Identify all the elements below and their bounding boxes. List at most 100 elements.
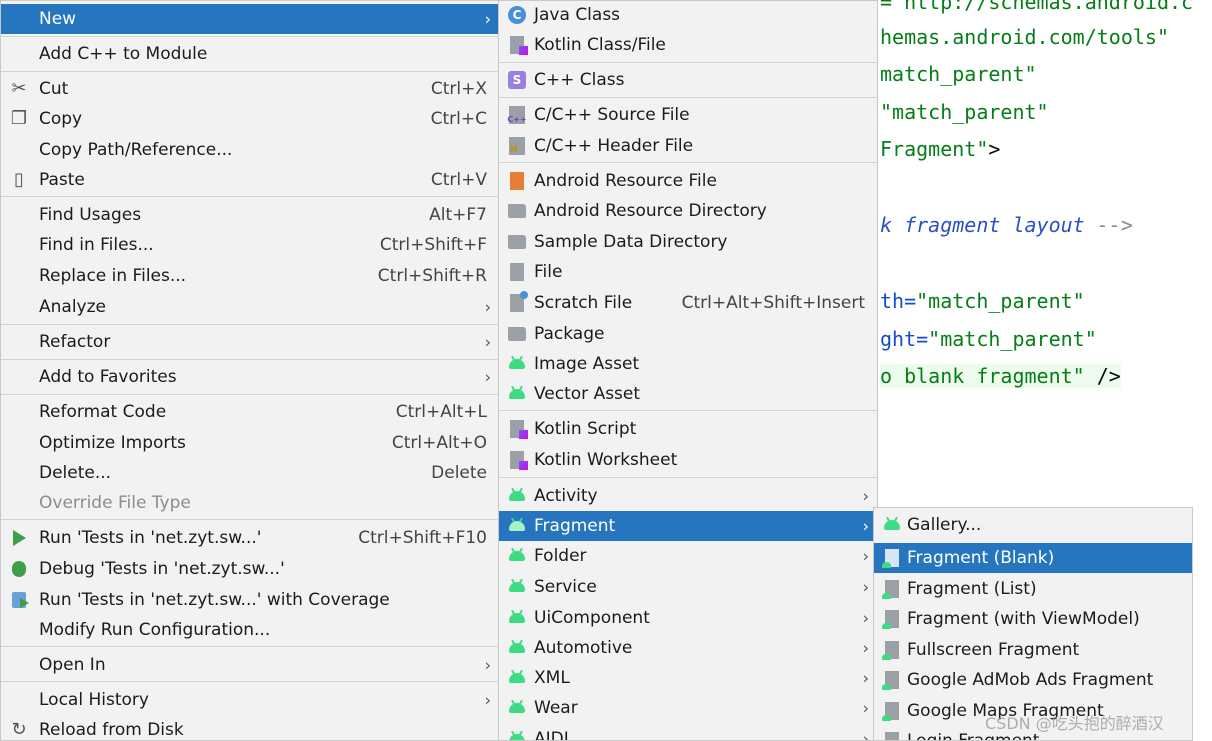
watermark: CSDN @吃头抱的醉酒汉 — [985, 714, 1164, 733]
menu-item-label: Open In — [39, 655, 106, 675]
menu-item-fragment-with-viewmodel[interactable]: Fragment (with ViewModel) — [874, 604, 1192, 634]
menu-item-vector-asset[interactable]: Vector Asset — [499, 379, 877, 409]
menu-item-copy-path-reference[interactable]: Copy Path/Reference... — [1, 135, 499, 165]
menu-item-scratch-file[interactable]: Scratch File Ctrl+Alt+Shift+Insert — [499, 288, 877, 318]
menu-item-cut[interactable]: ✂ Cut Ctrl+X — [1, 74, 499, 104]
code-token: /> — [1084, 364, 1121, 388]
chevron-right-icon: › — [862, 638, 869, 658]
menu-item-package[interactable]: Package — [499, 319, 877, 349]
android-icon — [507, 608, 527, 628]
android-icon — [507, 384, 527, 404]
menu-item-label: Automotive — [534, 638, 633, 658]
menu-item-label: Scratch File — [534, 293, 633, 313]
menu-item-shortcut: Ctrl+X — [430, 79, 487, 99]
kotlin-file-icon — [507, 419, 528, 439]
menu-item-label: Reload from Disk — [39, 720, 184, 740]
menu-item-sample-data-directory[interactable]: Sample Data Directory — [499, 227, 877, 257]
menu-item-reload-from-disk[interactable]: ↻ Reload from Disk — [1, 715, 499, 740]
code-line: o blank fragment" /> — [880, 364, 1121, 388]
menu-item-c-class[interactable]: S C++ Class — [499, 65, 877, 95]
menu-item-label: Sample Data Directory — [534, 232, 728, 252]
menu-item-aidl[interactable]: AIDL › — [499, 724, 877, 740]
menu-separator — [1, 394, 499, 395]
kotlin-file-icon — [507, 450, 528, 470]
java-class-icon: C — [507, 5, 527, 25]
menu-item-refactor[interactable]: Refactor › — [1, 327, 499, 357]
menu-item-run-tests-in-net-zyt-sw-with-coverage[interactable]: Run 'Tests in 'net.zyt.sw...' with Cover… — [1, 585, 499, 615]
menu-item-kotlin-worksheet[interactable]: Kotlin Worksheet — [499, 445, 877, 475]
menu-item-open-in[interactable]: Open In › — [1, 650, 499, 680]
menu-item-google-admob-ads-fragment[interactable]: Google AdMob Ads Fragment — [874, 665, 1192, 695]
menu-item-kotlin-class-file[interactable]: Kotlin Class/File — [499, 30, 877, 60]
code-token: match_parent" — [880, 62, 1037, 86]
menu-item-find-in-files[interactable]: Find in Files... Ctrl+Shift+F — [1, 230, 499, 260]
menu-item-override-file-type: Override File Type — [1, 488, 499, 518]
menu-item-delete[interactable]: Delete... Delete — [1, 458, 499, 488]
menu-item-c-c-source-file[interactable]: C++ C/C++ Source File — [499, 100, 877, 130]
menu-item-label: Optimize Imports — [39, 433, 186, 453]
menu-item-file[interactable]: File — [499, 257, 877, 287]
menu-item-xml[interactable]: XML › — [499, 663, 877, 693]
menu-item-modify-run-configuration[interactable]: Modify Run Configuration... — [1, 615, 499, 645]
menu-item-find-usages[interactable]: Find Usages Alt+F7 — [1, 200, 499, 230]
folder-icon — [507, 201, 527, 221]
menu-item-fragment-blank[interactable]: Fragment (Blank) — [874, 543, 1192, 573]
menu-item-run-tests-in-net-zyt-sw[interactable]: Run 'Tests in 'net.zyt.sw...' Ctrl+Shift+… — [1, 523, 499, 553]
code-token: Fragment" — [880, 137, 989, 161]
menu-item-shortcut: Ctrl+Shift+F10 — [358, 528, 487, 548]
menu-item-wear[interactable]: Wear › — [499, 693, 877, 723]
menu-item-c-c-header-file[interactable]: H C/C++ Header File — [499, 131, 877, 161]
menu-item-new[interactable]: New › — [1, 4, 499, 34]
code-line: = http://schemas.android.c — [880, 0, 1193, 14]
menu-item-paste[interactable]: ▯ Paste Ctrl+V — [1, 165, 499, 195]
cpp-class-icon: S — [507, 70, 527, 90]
menu-item-optimize-imports[interactable]: Optimize Imports Ctrl+Alt+O — [1, 428, 499, 458]
scissors-icon: ✂ — [11, 78, 27, 99]
menu-item-fragment[interactable]: Fragment › — [499, 511, 877, 541]
menu-separator — [499, 62, 877, 63]
menu-item-android-resource-directory[interactable]: Android Resource Directory — [499, 196, 877, 226]
menu-separator — [499, 162, 877, 163]
menu-item-image-asset[interactable]: Image Asset — [499, 349, 877, 379]
android-icon — [507, 546, 527, 566]
menu-item-android-resource-file[interactable]: Android Resource File — [499, 166, 877, 196]
code-token: "match_parent" — [916, 289, 1085, 313]
menu-item-label: Fullscreen Fragment — [907, 640, 1080, 660]
menu-item-shortcut: Ctrl+V — [430, 170, 487, 190]
menu-item-shortcut: Ctrl+Alt+Shift+Insert — [681, 293, 865, 313]
code-token: --> — [1084, 213, 1133, 237]
menu-item-debug-tests-in-net-zyt-sw[interactable]: Debug 'Tests in 'net.zyt.sw...' — [1, 554, 499, 584]
menu-item-uicomponent[interactable]: UiComponent › — [499, 603, 877, 633]
menu-item-replace-in-files[interactable]: Replace in Files... Ctrl+Shift+R — [1, 261, 499, 291]
menu-item-fullscreen-fragment[interactable]: Fullscreen Fragment — [874, 635, 1192, 665]
menu-item-local-history[interactable]: Local History › — [1, 685, 499, 715]
chevron-right-icon: › — [484, 690, 491, 710]
menu-item-activity[interactable]: Activity › — [499, 481, 877, 511]
menu-item-kotlin-script[interactable]: Kotlin Script — [499, 414, 877, 444]
file-icon — [507, 262, 527, 282]
menu-item-reformat-code[interactable]: Reformat Code Ctrl+Alt+L — [1, 397, 499, 427]
menu-item-label: UiComponent — [534, 608, 650, 628]
menu-item-gallery[interactable]: Gallery... — [874, 510, 1192, 540]
menu-item-label: Java Class — [534, 5, 621, 25]
menu-item-automotive[interactable]: Automotive › — [499, 633, 877, 663]
menu-item-copy[interactable]: ❐ Copy Ctrl+C — [1, 104, 499, 134]
chevron-right-icon: › — [484, 332, 491, 352]
menu-item-service[interactable]: Service › — [499, 572, 877, 602]
chevron-right-icon: › — [862, 608, 869, 628]
menu-item-add-to-favorites[interactable]: Add to Favorites › — [1, 362, 499, 392]
chevron-right-icon: › — [484, 655, 491, 675]
chevron-right-icon: › — [862, 577, 869, 597]
menu-item-label: Android Resource Directory — [534, 201, 767, 221]
menu-item-fragment-list[interactable]: Fragment (List) — [874, 574, 1192, 604]
menu-item-folder[interactable]: Folder › — [499, 541, 877, 571]
code-token: > — [988, 137, 1001, 161]
menu-item-label: Analyze — [39, 297, 106, 317]
menu-item-add-c-to-module[interactable]: Add C++ to Module — [1, 39, 499, 69]
menu-item-label: Service — [534, 577, 597, 597]
menu-item-analyze[interactable]: Analyze › — [1, 292, 499, 322]
menu-item-label: C++ Class — [534, 70, 625, 90]
android-icon — [507, 698, 527, 718]
menu-item-label: Debug 'Tests in 'net.zyt.sw...' — [39, 559, 285, 579]
menu-item-java-class[interactable]: C Java Class — [499, 1, 877, 30]
